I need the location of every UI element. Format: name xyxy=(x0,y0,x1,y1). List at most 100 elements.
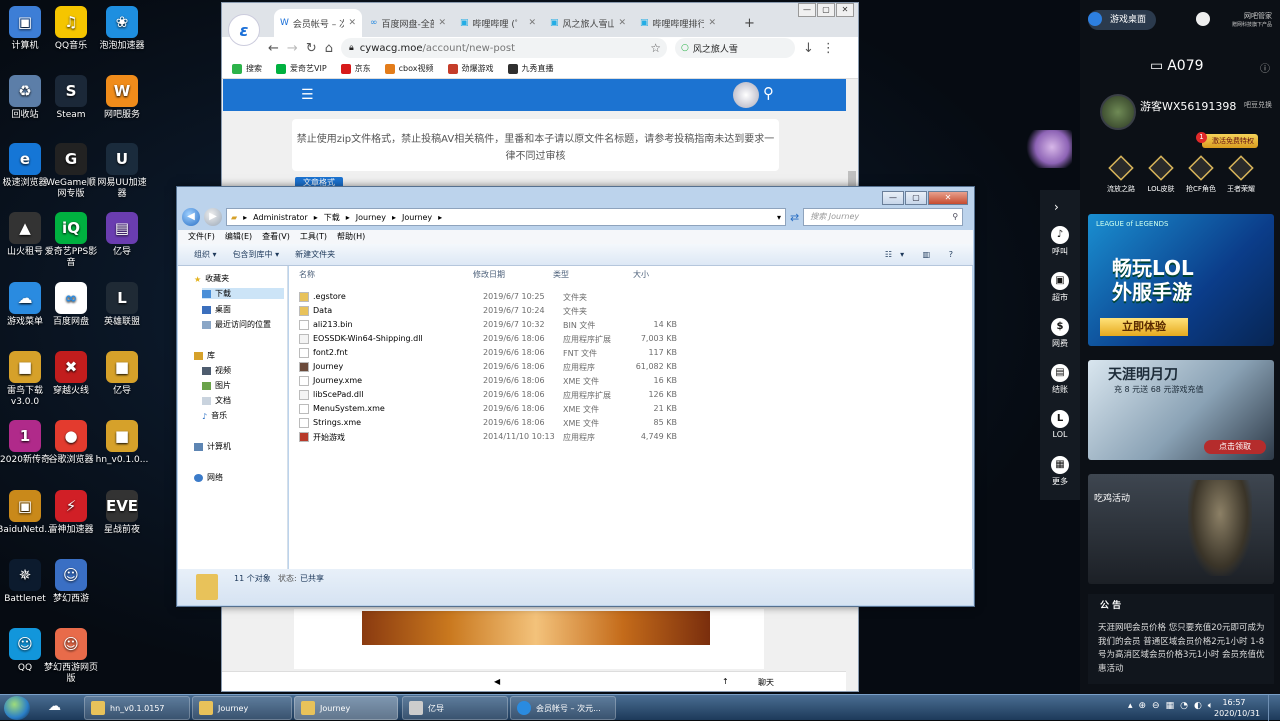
breadcrumb-item[interactable]: Administrator xyxy=(253,213,308,222)
tab-baidu-pan[interactable]: ∞百度网盘-全部...✕ xyxy=(364,9,452,37)
breadcrumb[interactable]: ▰ ▸ Administrator ▸ 下载 ▸ Journey ▸ Journey ▸… xyxy=(226,208,786,226)
desktop-icon[interactable]: W 网吧服务 xyxy=(93,75,151,121)
file-row[interactable]: font2.fnt 2019/6/6 18:06 FNT 文件 117 KB xyxy=(299,346,679,360)
show-desktop-button[interactable] xyxy=(1268,695,1280,721)
bookmark-jd[interactable]: 京东 xyxy=(340,63,371,74)
side-item[interactable]: ▦ 更多 xyxy=(1040,456,1080,487)
back-icon[interactable]: ◀ xyxy=(182,208,200,226)
close-icon[interactable]: ✕ xyxy=(438,18,446,28)
tab-bilibili[interactable]: ▣哔哩哔哩 (゜-゜)...✕ xyxy=(454,9,542,37)
desktop-icon[interactable]: iQ 爱奇艺PPS影音 xyxy=(42,212,100,269)
bookmark-jiuxiu[interactable]: 九秀直播 xyxy=(507,63,554,74)
desktop-icon[interactable]: G WeGame顺网专版 xyxy=(42,143,100,200)
nav-desktop[interactable]: 桌面 xyxy=(202,304,231,315)
nav-music[interactable]: ♪ 音乐 xyxy=(202,410,227,421)
nav-recent[interactable]: 最近访问的位置 xyxy=(202,319,271,330)
cloud-icon[interactable]: ☁ xyxy=(48,699,61,714)
bookmark-iqiyi[interactable]: 爱奇艺VIP xyxy=(276,63,327,74)
desktop-icon[interactable]: ⚡ 雷神加速器 xyxy=(42,490,100,536)
tab-journey-snow[interactable]: ▣风之旅人雪山...✕ xyxy=(544,9,632,37)
avatar[interactable] xyxy=(1100,94,1136,130)
start-button[interactable] xyxy=(4,696,30,720)
forward-icon[interactable]: → xyxy=(287,41,298,56)
reload-icon[interactable]: ↻ xyxy=(306,41,317,56)
try-now-button[interactable]: 立即体验 xyxy=(1100,318,1188,336)
close-icon[interactable]: ✕ xyxy=(618,18,626,28)
nav-videos[interactable]: 视频 xyxy=(202,365,231,376)
desktop-icon[interactable]: ☺ 梦幻西游 xyxy=(42,559,100,605)
close-icon[interactable]: ✕ xyxy=(528,18,536,28)
desktop-icon[interactable]: ∞ 百度网盘 xyxy=(42,282,100,328)
menu-help[interactable]: 帮助(H) xyxy=(337,230,365,244)
hamburger-icon[interactable]: ☰ xyxy=(301,87,314,103)
desktop-icon[interactable]: ♫ QQ音乐 xyxy=(42,6,100,52)
file-row[interactable]: MenuSystem.xme 2019/6/6 18:06 XME 文件 21 KB xyxy=(299,402,679,416)
speaker-icon[interactable]: ◀ xyxy=(494,677,500,686)
menu-view[interactable]: 查看(V) xyxy=(262,230,290,244)
search-box[interactable]: ○ 风之旅人雪 xyxy=(674,38,795,58)
tab-member-account[interactable]: W会员帐号 – 次元...✕ xyxy=(274,9,362,37)
desktop-icon[interactable]: ● 谷歌浏览器 xyxy=(42,420,100,466)
maximize-button[interactable]: ▢ xyxy=(817,3,835,17)
close-button[interactable]: ✕ xyxy=(928,191,968,205)
info-icon[interactable]: ⓘ xyxy=(1260,60,1270,75)
file-row[interactable]: Journey 2019/6/6 18:06 应用程序 61,082 KB xyxy=(299,360,679,374)
file-row[interactable]: Strings.xme 2019/6/6 18:06 XME 文件 85 KB xyxy=(299,416,679,430)
nav-libraries[interactable]: 库 xyxy=(194,350,215,361)
desktop-icon[interactable]: EVE 星战前夜 xyxy=(93,490,151,536)
taskbar-item-journey-2[interactable]: Journey xyxy=(294,696,398,720)
refresh-icon[interactable]: ⇄ xyxy=(790,211,799,224)
desktop-icon[interactable]: ■ 亿导 xyxy=(93,351,151,397)
nav-computer[interactable]: 计算机 xyxy=(194,441,231,452)
minimize-button[interactable]: — xyxy=(882,191,904,205)
column-size[interactable]: 大小 xyxy=(633,269,649,280)
file-row[interactable]: 开始游戏 2014/11/10 10:13 应用程序 4,749 KB xyxy=(299,430,679,444)
breadcrumb-item[interactable]: Journey xyxy=(356,213,386,222)
nav-downloads[interactable]: 下载 xyxy=(202,288,284,299)
side-item[interactable]: ♪ 呼叫 xyxy=(1040,226,1080,257)
forward-icon[interactable]: ▶ xyxy=(204,208,222,226)
back-icon[interactable]: ← xyxy=(268,41,279,56)
new-tab-button[interactable]: + xyxy=(738,9,762,37)
taskbar-item-journey-1[interactable]: Journey xyxy=(192,696,292,720)
chicken-banner[interactable]: 吃鸡活动 xyxy=(1088,474,1274,584)
tray-icons[interactable]: ▴⊕⊖▦◔◐🔈︎ xyxy=(1128,701,1219,711)
search-input[interactable]: 搜索 Journey ⚲ xyxy=(803,208,964,226)
bookmark-star-icon[interactable]: ☆ xyxy=(650,41,661,55)
chat-link[interactable]: 聊天 xyxy=(758,677,774,688)
bookmark-jinbao[interactable]: 劲爆游戏 xyxy=(447,63,494,74)
side-item[interactable]: $ 网费 xyxy=(1040,318,1080,349)
close-button[interactable]: ✕ xyxy=(836,3,854,17)
breadcrumb-item[interactable]: 下载 xyxy=(324,212,340,223)
file-row[interactable]: .egstore 2019/6/7 10:25 文件夹 xyxy=(299,290,679,304)
view-options-icon[interactable]: ☷▾ ▥ ? xyxy=(885,244,961,265)
desktop-icon[interactable]: ❀ 泡泡加速器 xyxy=(93,6,151,52)
column-type[interactable]: 类型 xyxy=(553,269,569,280)
desktop-icon[interactable]: L 英雄联盟 xyxy=(93,282,151,328)
lol-banner[interactable]: LEAGUE of LEGENDS 畅玩LOL 外服手游 立即体验 xyxy=(1088,214,1274,346)
file-row[interactable]: Journey.xme 2019/6/6 18:06 XME 文件 16 KB xyxy=(299,374,679,388)
scroll-top-icon[interactable]: ↑ xyxy=(722,677,729,686)
file-row[interactable]: Data 2019/6/7 10:24 文件夹 xyxy=(299,304,679,318)
vip-button[interactable]: 激活免费特权 xyxy=(1202,134,1258,148)
menu-tools[interactable]: 工具(T) xyxy=(300,230,327,244)
bean-exchange-link[interactable]: 吧豆兑换 xyxy=(1244,100,1272,110)
desktop-icon[interactable]: ✖ 穿越火线 xyxy=(42,351,100,397)
claim-button[interactable]: 点击领取 xyxy=(1204,440,1266,454)
game-badge[interactable]: 王者荣耀 xyxy=(1220,155,1262,194)
nav-pictures[interactable]: 图片 xyxy=(202,380,231,391)
game-badge[interactable]: LOL皮肤 xyxy=(1140,155,1182,194)
chevron-down-icon[interactable]: ▾ xyxy=(777,213,781,222)
file-row[interactable]: ali213.bin 2019/6/7 10:32 BIN 文件 14 KB xyxy=(299,318,679,332)
taskbar-item-yidao[interactable]: 亿导 xyxy=(402,696,508,720)
home-icon[interactable]: ⌂ xyxy=(325,41,333,56)
download-icon[interactable]: ↓ xyxy=(803,41,814,56)
file-row[interactable]: libScePad.dll 2019/6/6 18:06 应用程序扩展 126 KB xyxy=(299,388,679,402)
desktop-icon[interactable]: ▤ 亿导 xyxy=(93,212,151,258)
menu-edit[interactable]: 编辑(E) xyxy=(225,230,252,244)
organize-button[interactable]: 组织 ▾ xyxy=(194,244,217,265)
bookmark-search[interactable]: 搜索 xyxy=(232,63,262,74)
taskbar-item-hn[interactable]: hn_v0.1.0157 xyxy=(84,696,190,720)
tab-bilibili-rank[interactable]: ▣哔哩哔哩排行...✕ xyxy=(634,9,722,37)
nav-documents[interactable]: 文档 xyxy=(202,395,231,406)
